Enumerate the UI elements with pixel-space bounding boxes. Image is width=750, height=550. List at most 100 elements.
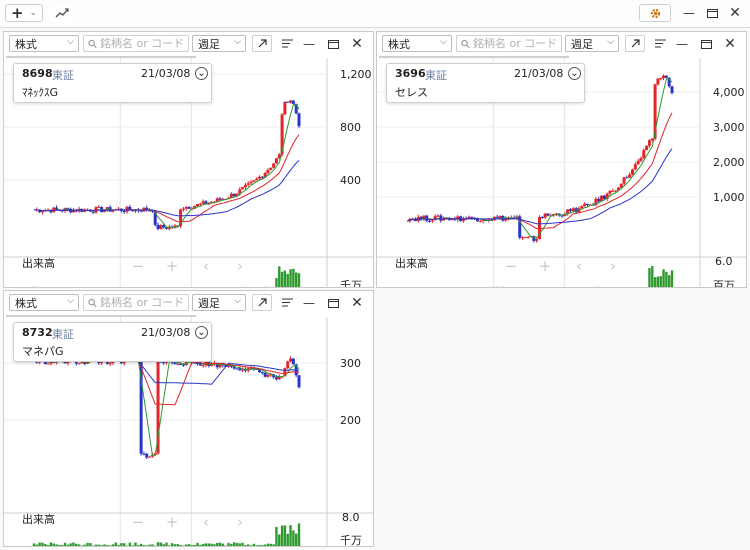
minimize-icon[interactable]: — [673, 35, 691, 52]
volume-unit-label: 千万 [340, 534, 362, 546]
volume-bar [665, 271, 668, 287]
candle-body [633, 164, 637, 170]
menu-button[interactable] [650, 35, 670, 52]
candle-body [656, 78, 660, 85]
symbol-search-input[interactable] [473, 37, 561, 50]
y-tick-label: 400 [340, 174, 361, 187]
popout-icon [631, 39, 640, 48]
volume-bar [114, 542, 117, 546]
popout-button[interactable] [252, 35, 272, 52]
period-select[interactable]: 週足 ⌵ [192, 294, 246, 311]
chart-nav-control[interactable]: − [132, 257, 145, 275]
popout-button[interactable] [625, 35, 645, 52]
y-tick-label: 300 [340, 357, 361, 370]
minimize-icon[interactable]: — [680, 5, 698, 21]
candle-body [428, 220, 432, 222]
volume-bar [662, 269, 665, 287]
volume-bar [170, 543, 174, 546]
chart-nav-control[interactable]: › [237, 513, 243, 531]
market-label: 株式 [388, 37, 410, 51]
market-select[interactable]: 株式 ⌵ [382, 35, 452, 52]
info-dropdown-icon[interactable]: ⌄ [195, 67, 208, 80]
volume-bar [63, 542, 67, 546]
restore-icon[interactable] [703, 5, 721, 21]
chevron-down-icon: ⌵ [234, 296, 241, 306]
info-dropdown-icon[interactable]: ⌄ [195, 326, 208, 339]
market-select[interactable]: 株式 ⌵ [9, 294, 79, 311]
candle-body [40, 211, 44, 213]
chart-nav-control[interactable]: + [166, 513, 179, 531]
candle-body [218, 198, 222, 200]
chart-nav-control[interactable]: › [610, 257, 616, 275]
period-select[interactable]: 週足 ⌵ [565, 35, 619, 52]
chart-nav-control[interactable]: − [132, 513, 145, 531]
menu-button[interactable] [277, 294, 297, 311]
chart-nav-control[interactable]: ‹ [203, 513, 209, 531]
maximize-icon[interactable] [697, 35, 715, 52]
maximize-icon[interactable] [324, 35, 342, 52]
popout-icon [258, 298, 267, 307]
volume-bar [75, 543, 78, 546]
market-select[interactable]: 株式 ⌵ [9, 35, 79, 52]
volume-bar [292, 268, 295, 287]
maximize-icon[interactable] [324, 294, 342, 311]
close-icon[interactable]: ✕ [726, 5, 744, 21]
candle-body [266, 374, 270, 377]
candle-body [142, 453, 146, 455]
symbol-search[interactable] [83, 294, 189, 311]
candle-body [156, 224, 160, 229]
chart-nav-control[interactable]: + [539, 257, 552, 275]
minimize-icon[interactable]: — [300, 35, 318, 52]
chart-nav-control[interactable]: − [505, 257, 518, 275]
settings-button[interactable] [639, 4, 671, 22]
close-icon[interactable]: ✕ [348, 294, 366, 311]
volume-bar [100, 545, 103, 546]
candle-body [46, 363, 50, 365]
volume-bar [94, 544, 98, 546]
add-chart-button[interactable]: + ⌄ [5, 4, 43, 22]
chart-nav-control[interactable]: + [166, 257, 179, 275]
period-select[interactable]: 週足 ⌵ [192, 35, 246, 52]
candle-body [430, 220, 434, 222]
volume-bar [151, 544, 154, 546]
close-icon[interactable]: ✕ [721, 35, 739, 52]
chart-nav-control[interactable]: ‹ [576, 257, 582, 275]
volume-bar [44, 544, 47, 546]
volume-bar [69, 543, 72, 546]
info-dropdown-icon[interactable]: ⌄ [568, 67, 581, 80]
volume-bar [168, 545, 171, 546]
chart-type-button[interactable] [50, 4, 74, 22]
market-label: 株式 [15, 296, 37, 310]
popout-button[interactable] [252, 294, 272, 311]
symbol-search[interactable] [456, 35, 562, 52]
candle-body [181, 364, 185, 366]
volume-bar [280, 271, 284, 287]
volume-bar [139, 543, 143, 546]
gear-icon [650, 8, 660, 18]
candle-body [241, 369, 245, 371]
candle-body [235, 368, 239, 370]
candle-body [145, 453, 149, 458]
chart-nav-control[interactable]: ‹ [203, 257, 209, 275]
candle-body [608, 190, 612, 194]
exchange-label: 東証 [52, 69, 74, 82]
y-tick-label: 1,200 [340, 68, 372, 81]
stock-code: 8698 [22, 67, 53, 80]
candle-body [274, 377, 278, 380]
volume-bar [667, 275, 671, 287]
symbol-search[interactable] [83, 35, 189, 52]
candle-body [521, 237, 525, 239]
close-icon[interactable]: ✕ [348, 35, 366, 52]
panel-toolbar: 株式 ⌵ 週足 ⌵ — ✕ [4, 32, 373, 56]
candle-body [670, 86, 674, 93]
candle-body [97, 207, 101, 209]
minimize-icon[interactable]: — [300, 294, 318, 311]
symbol-search-input[interactable] [100, 296, 188, 309]
chart-nav-control[interactable]: › [237, 257, 243, 275]
menu-button[interactable] [277, 35, 297, 52]
volume-label: 出来高 [395, 256, 428, 270]
volume-bar [131, 545, 134, 546]
symbol-search-input[interactable] [100, 37, 188, 50]
stock-name: セレス [395, 86, 428, 99]
volume-bar [52, 543, 55, 546]
